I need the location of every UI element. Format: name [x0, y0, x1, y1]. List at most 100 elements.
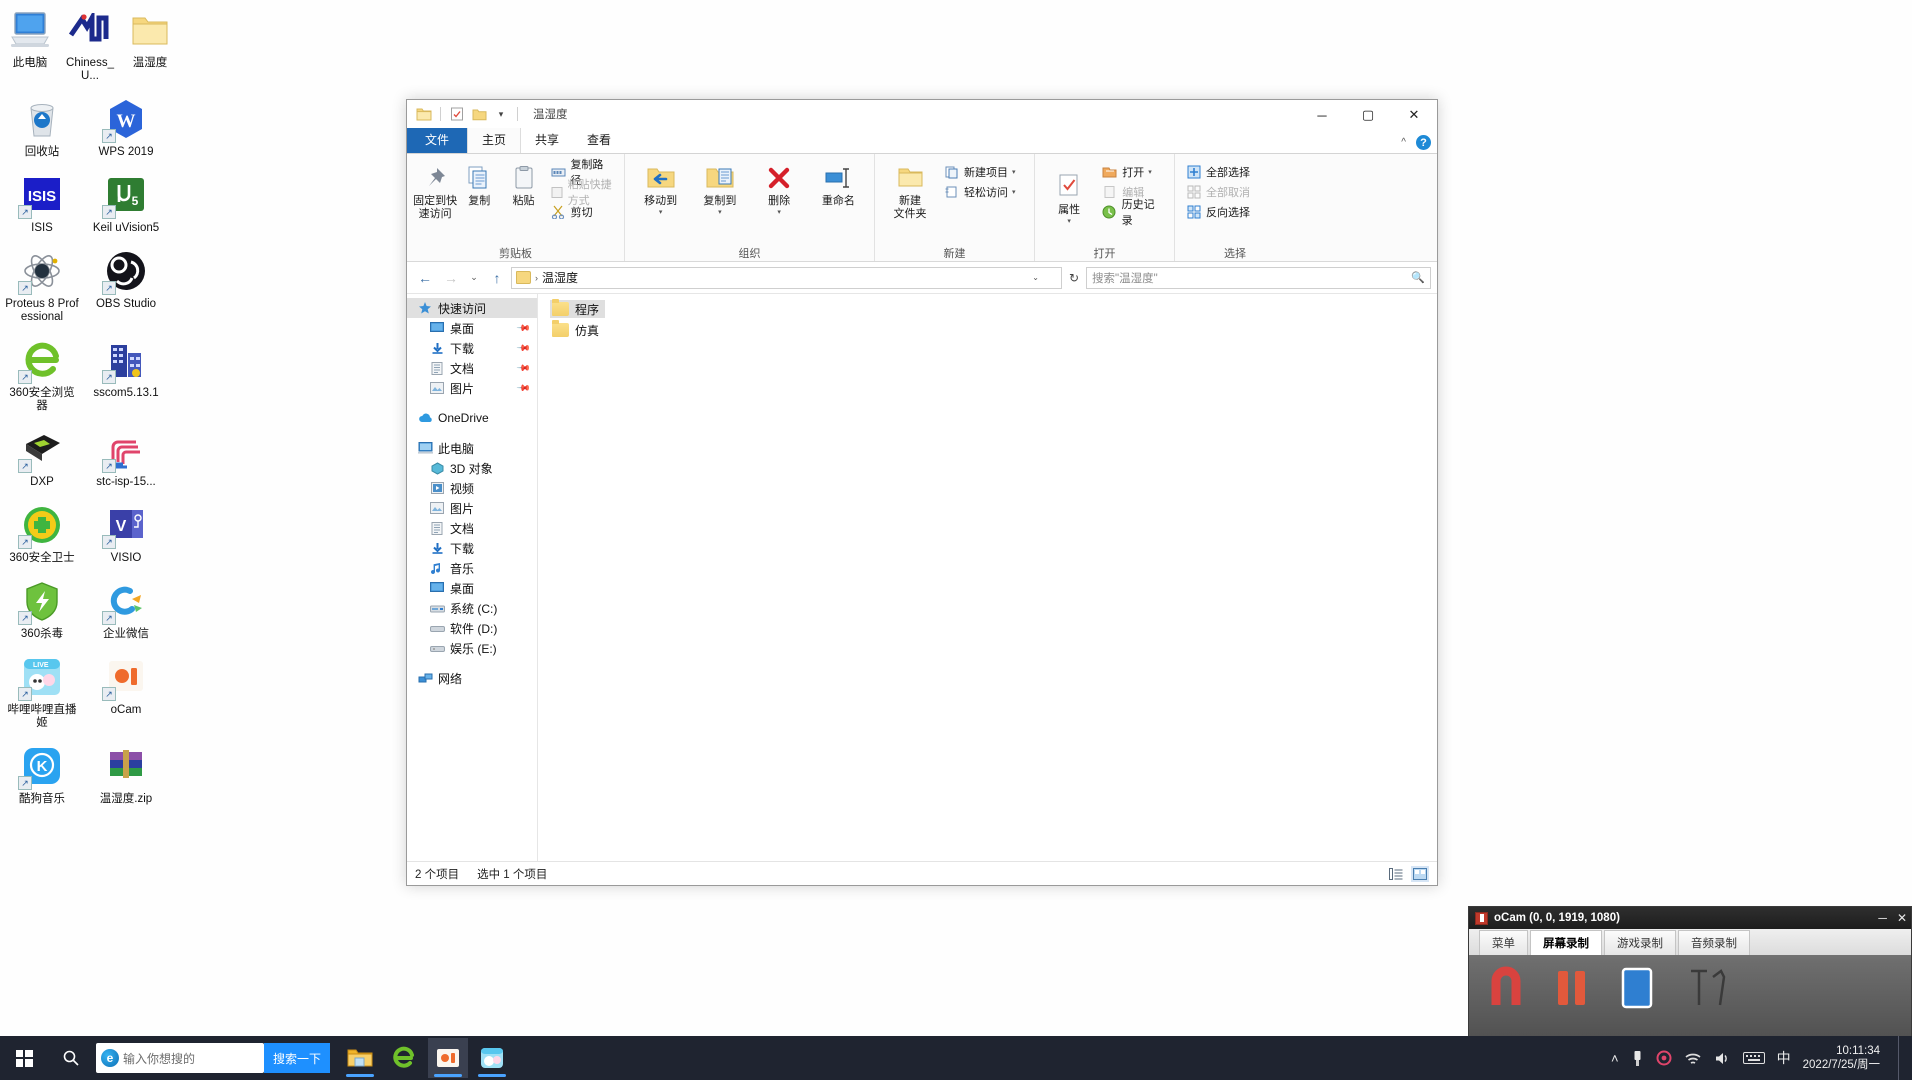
desktop-icon-360-browser[interactable]: ↗ 360安全浏览器 — [4, 336, 80, 413]
pin-icon[interactable]: 📌 — [516, 340, 531, 356]
new-folder-button[interactable]: 新建 文件夹 — [881, 158, 939, 220]
move-to-button[interactable]: 移动到 ▾ — [632, 158, 690, 216]
usb-eject-icon[interactable] — [1631, 1036, 1644, 1080]
nav-item-3d-objects[interactable]: 3D 对象 — [407, 458, 537, 478]
desktop-icon-keil[interactable]: 5 ↗ Keil uVision5 — [88, 171, 164, 235]
chevron-down-icon[interactable]: ▾ — [1067, 217, 1071, 225]
nav-item-desktop-2[interactable]: 桌面 — [407, 578, 537, 598]
desktop-icon-wenshidu-zip[interactable]: 温湿度.zip — [88, 742, 164, 806]
select-all-button[interactable]: 全部选择 — [1181, 162, 1254, 182]
taskbar-app-file-explorer[interactable] — [340, 1038, 380, 1078]
desktop-icon-360-antivirus[interactable]: ↗ 360杀毒 — [4, 577, 80, 641]
invert-selection-button[interactable]: 反向选择 — [1181, 202, 1254, 222]
desktop-icon-chiness-u[interactable]: Chiness_U... — [64, 6, 116, 83]
ocam-minimize-button[interactable]: ─ — [1878, 911, 1887, 925]
nav-item-desktop[interactable]: 桌面 📌 — [407, 318, 537, 338]
nav-item-downloads-2[interactable]: 下载 — [407, 538, 537, 558]
nav-item-documents-2[interactable]: 文档 — [407, 518, 537, 538]
back-button[interactable]: ← — [413, 266, 437, 290]
chevron-down-icon[interactable]: ▾ — [777, 208, 781, 216]
chevron-down-icon[interactable]: ▾ — [1148, 168, 1152, 176]
system-tray[interactable]: ˄ 中 10:11:34 2022/7/25/周一 — [1611, 1036, 1912, 1080]
up-button[interactable]: ↑ — [485, 266, 509, 290]
file-item-fangzhen[interactable]: 仿真 — [550, 320, 605, 339]
tab-share[interactable]: 共享 — [521, 128, 573, 153]
desktop-icon-ocam[interactable]: ↗ oCam — [88, 653, 164, 730]
desktop-icon-proteus[interactable]: ↗ Proteus 8 Professional — [4, 247, 80, 324]
show-hidden-icons-chevron[interactable]: ˄ — [1611, 1036, 1619, 1080]
address-input[interactable]: › 温湿度 ⌄ — [511, 266, 1062, 289]
ocam-tab-screen-record[interactable]: 屏幕录制 — [1530, 930, 1602, 955]
ocam-tab-menu[interactable]: 菜单 — [1479, 930, 1528, 955]
ocam-record-button[interactable] — [1487, 965, 1533, 1011]
ocam-resize-button[interactable] — [1685, 965, 1731, 1011]
paste-button[interactable]: 粘贴 — [501, 158, 545, 208]
close-button[interactable]: ✕ — [1391, 100, 1437, 130]
start-button[interactable] — [0, 1036, 48, 1080]
search-input[interactable]: 搜索"温湿度" 🔍 — [1086, 266, 1431, 289]
desktop-icon-visio[interactable]: V ↗ VISIO — [88, 501, 164, 565]
nav-item-pictures[interactable]: 图片 📌 — [407, 378, 537, 398]
large-icons-view-icon[interactable] — [1411, 865, 1429, 882]
new-folder-icon[interactable] — [470, 105, 488, 123]
view-mode-buttons[interactable] — [1387, 865, 1429, 882]
ocam-capture-button[interactable] — [1619, 965, 1665, 1011]
pin-icon[interactable]: 📌 — [516, 360, 531, 376]
360-tray-icon[interactable] — [1656, 1036, 1672, 1080]
ocam-pause-button[interactable] — [1553, 965, 1599, 1011]
easy-access-button[interactable]: 轻松访问 ▾ — [939, 182, 1020, 202]
ime-icon[interactable]: 中 — [1777, 1036, 1791, 1080]
pin-to-quick-access-button[interactable]: 固定到快 速访问 — [413, 158, 457, 220]
address-dropdown-icon[interactable]: ⌄ — [1032, 273, 1039, 282]
nav-item-drive-d[interactable]: 软件 (D:) — [407, 618, 537, 638]
desktop-icon-bilibili-live[interactable]: LIVE ↗ 哔哩哔哩直播姬 — [4, 653, 80, 730]
nav-item-quick-access[interactable]: 快速访问 — [407, 298, 537, 318]
refresh-button[interactable]: ↻ — [1064, 267, 1084, 289]
customize-dropdown-icon[interactable]: ▾ — [492, 105, 510, 123]
desktop-icon-isis[interactable]: ISIS ↗ ISIS — [4, 171, 80, 235]
properties-icon[interactable] — [448, 105, 466, 123]
file-explorer-window[interactable]: ▾ 温湿度 ─ ▢ ✕ 文件 主页 共享 查看 ^ ? 固定到快 速访问 复制 … — [406, 99, 1438, 886]
recent-locations-button[interactable]: ⌄ — [465, 266, 483, 290]
nav-item-network[interactable]: 网络 — [407, 668, 537, 688]
desktop-icon-360-guard[interactable]: ↗ 360安全卫士 — [4, 501, 80, 565]
chevron-down-icon[interactable]: ▾ — [659, 208, 663, 216]
chevron-down-icon[interactable]: ▾ — [1012, 168, 1016, 176]
desktop-icon-folder-wenshidu[interactable]: 温湿度 — [124, 6, 176, 83]
nav-item-onedrive[interactable]: OneDrive — [407, 408, 537, 428]
properties-button[interactable]: 属性 ▾ — [1041, 158, 1097, 225]
desktop-icon-wechat-work[interactable]: ↗ 企业微信 — [88, 577, 164, 641]
tab-view[interactable]: 查看 — [573, 128, 625, 153]
address-bar-row[interactable]: ← → ⌄ ↑ › 温湿度 ⌄ ↻ 搜索"温湿度" 🔍 — [407, 262, 1437, 294]
nav-item-music[interactable]: 音乐 — [407, 558, 537, 578]
taskbar-search-input[interactable]: e 输入你想搜的 — [96, 1043, 264, 1073]
wifi-icon[interactable] — [1684, 1036, 1702, 1080]
nav-item-drive-c[interactable]: 系统 (C:) — [407, 598, 537, 618]
file-item-chengxu[interactable]: 程序 — [550, 299, 606, 318]
ocam-window[interactable]: oCam (0, 0, 1919, 1080) ─ ✕ 菜单 屏幕录制 游戏录制… — [1468, 906, 1912, 1046]
pin-icon[interactable]: 📌 — [516, 380, 531, 396]
taskbar-search-icon[interactable] — [48, 1036, 94, 1080]
nav-item-this-pc[interactable]: 此电脑 — [407, 438, 537, 458]
details-view-icon[interactable] — [1387, 866, 1405, 882]
ocam-close-button[interactable]: ✕ — [1897, 911, 1907, 925]
ocam-tab-game-record[interactable]: 游戏录制 — [1604, 930, 1676, 955]
rename-button[interactable]: 重命名 — [809, 158, 867, 208]
copy-button[interactable]: 复制 — [457, 158, 501, 208]
taskbar-app-bilibili-live[interactable] — [472, 1038, 512, 1078]
desktop-icon-recycle-bin[interactable]: 回收站 — [4, 95, 80, 159]
chevron-down-icon[interactable]: ▾ — [1012, 188, 1016, 196]
pin-icon[interactable]: 📌 — [516, 320, 531, 336]
collapse-ribbon-icon[interactable]: ^ — [1401, 137, 1406, 148]
ocam-window-controls[interactable]: ─ ✕ — [1878, 911, 1907, 925]
breadcrumb-current[interactable]: 温湿度 — [542, 269, 578, 286]
tab-home[interactable]: 主页 — [467, 128, 522, 153]
maximize-button[interactable]: ▢ — [1345, 100, 1391, 130]
nav-item-videos[interactable]: 视频 — [407, 478, 537, 498]
desktop-icon-dxp[interactable]: ↗ DXP — [4, 425, 80, 489]
taskbar-app-ocam[interactable] — [428, 1038, 469, 1078]
taskbar-app-buttons[interactable] — [340, 1038, 512, 1078]
ribbon-tabs[interactable]: 文件 主页 共享 查看 ^ ? — [407, 128, 1437, 154]
ribbon[interactable]: 固定到快 速访问 复制 粘贴 复制路径 粘贴快捷方式 剪切 剪贴板 移动到 ▾ … — [407, 154, 1437, 262]
ocam-toolbar[interactable] — [1469, 955, 1911, 1011]
